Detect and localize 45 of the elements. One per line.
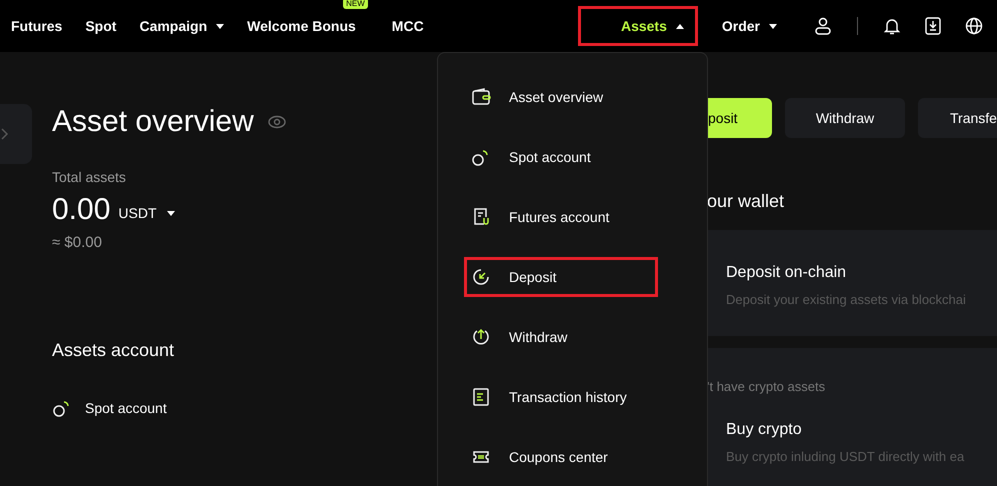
caret-down-icon bbox=[216, 24, 224, 28]
action-button[interactable]: Withdraw bbox=[785, 98, 905, 138]
caret-up-icon bbox=[676, 24, 684, 28]
action-button[interactable]: Transfe bbox=[918, 98, 997, 138]
total-assets-label: Total assets bbox=[52, 168, 127, 187]
nav-link[interactable]: Order bbox=[710, 6, 788, 46]
nav-link[interactable]: Campaign bbox=[139, 16, 224, 36]
new-badge: NEW bbox=[343, 0, 368, 8]
total-amount: 0.00 bbox=[52, 192, 110, 228]
deposit-button[interactable]: posit bbox=[707, 98, 772, 138]
chevron-right-icon bbox=[1, 128, 9, 140]
approx-value: ≈ $0.00 bbox=[52, 233, 103, 253]
nav-link[interactable]: Futures bbox=[11, 16, 62, 36]
caret-down-icon bbox=[166, 211, 175, 216]
menu-item[interactable]: Deposit bbox=[464, 257, 658, 297]
menu-item[interactable]: Futures account bbox=[464, 197, 658, 237]
section-title: our wallet bbox=[707, 190, 786, 212]
card-title: Deposit on-chain bbox=[725, 263, 848, 283]
nav-link[interactable]: MCC bbox=[392, 16, 424, 36]
eye-icon[interactable] bbox=[268, 115, 286, 129]
arrow-up-circle-icon bbox=[471, 327, 491, 347]
page-title: Asset overview bbox=[52, 104, 254, 140]
menu-item[interactable]: Transaction history bbox=[464, 377, 658, 417]
menu-item[interactable]: Spot account bbox=[464, 137, 658, 177]
globe-icon[interactable] bbox=[965, 17, 983, 35]
card-description: Buy crypto inluding USDT directly with ea bbox=[725, 448, 966, 466]
receipt-icon bbox=[471, 387, 491, 407]
wallet-icon bbox=[471, 87, 491, 107]
menu-item[interactable]: Coupons center bbox=[464, 437, 658, 477]
arrow-in-circle-icon bbox=[471, 267, 491, 287]
bell-icon[interactable] bbox=[883, 17, 901, 35]
user-icon[interactable] bbox=[814, 17, 832, 35]
caret-down-icon bbox=[769, 24, 777, 28]
currency-selector[interactable]: USDT bbox=[118, 203, 175, 224]
card-title: Buy crypto bbox=[725, 420, 803, 440]
menu-item[interactable]: Asset overview bbox=[464, 77, 658, 117]
card-description: Deposit your existing assets via blockchai bbox=[725, 291, 967, 309]
sidebar-toggle[interactable] bbox=[0, 104, 32, 164]
nav-link[interactable]: Spot bbox=[85, 16, 116, 36]
section-title: Assets account bbox=[52, 338, 176, 362]
nav-link[interactable]: Welcome Bonus bbox=[247, 16, 356, 36]
nav-link[interactable]: Assets bbox=[578, 6, 698, 46]
account-name: Spot account bbox=[85, 398, 167, 418]
download-icon[interactable] bbox=[925, 17, 941, 35]
menu-item[interactable]: Withdraw bbox=[464, 317, 658, 357]
